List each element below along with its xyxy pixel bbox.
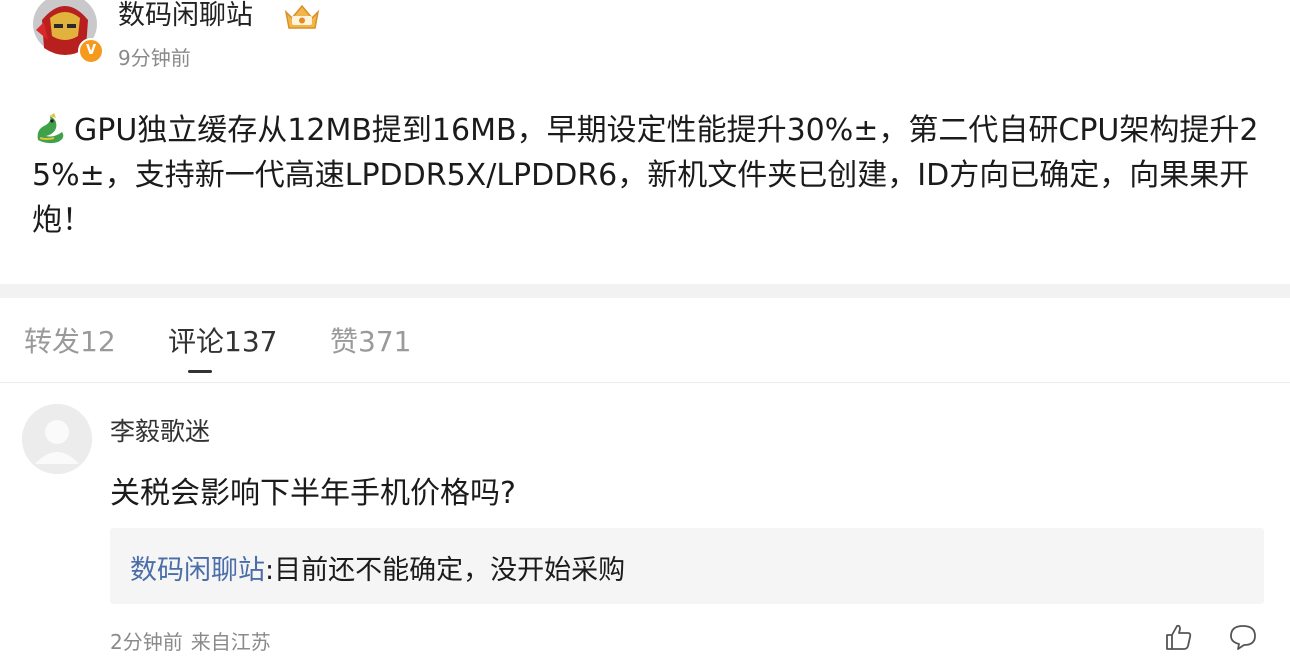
post-timestamp: 9分钟前 (118, 46, 191, 70)
default-avatar-icon (22, 404, 92, 474)
crown-member-icon[interactable] (282, 2, 322, 32)
active-tab-indicator (188, 370, 212, 373)
post-username[interactable]: 数码闲聊站 (118, 0, 253, 32)
comment-bubble-icon[interactable] (1228, 622, 1258, 652)
reply-box[interactable]: 数码闲聊站:目前还不能确定，没开始采购 (110, 528, 1264, 604)
reply-text: 目前还不能确定，没开始采购 (274, 555, 626, 586)
reply-separator: : (265, 555, 275, 586)
thumbs-up-icon[interactable] (1164, 622, 1194, 652)
dragon-emoji-icon (37, 113, 64, 144)
comment-author[interactable]: 李毅歌迷 (110, 412, 210, 448)
reply-author[interactable]: 数码闲聊站 (130, 555, 265, 586)
post-tabs: 转发12 评论137 赞371 (0, 298, 1290, 383)
section-divider (0, 284, 1290, 298)
verified-badge: V (78, 38, 104, 64)
tab-comments[interactable]: 评论137 (168, 320, 277, 360)
post-content: GPU独立缓存从12MB提到16MB，早期设定性能提升30%±，第二代自研CPU… (32, 108, 1260, 243)
comment-time: 2分钟前 (110, 630, 183, 654)
tab-likes[interactable]: 赞371 (330, 320, 411, 360)
reply-line: 数码闲聊站:目前还不能确定，没开始采购 (130, 548, 625, 587)
comment-source: 来自江苏 (190, 630, 271, 654)
comment-text: 关税会影响下半年手机价格吗? (110, 476, 516, 511)
comment-meta: 2分钟前 来自江苏 (110, 626, 271, 655)
post-text-body: GPU独立缓存从12MB提到16MB，早期设定性能提升30%±，第二代自研CPU… (32, 113, 1259, 238)
weibo-post: V 数码闲聊站 9分钟前 GPU独立缓存从12MB提到16MB，早期设定性能提升… (0, 0, 1290, 284)
comment-avatar[interactable] (22, 404, 92, 474)
tab-reposts[interactable]: 转发12 (24, 320, 116, 360)
